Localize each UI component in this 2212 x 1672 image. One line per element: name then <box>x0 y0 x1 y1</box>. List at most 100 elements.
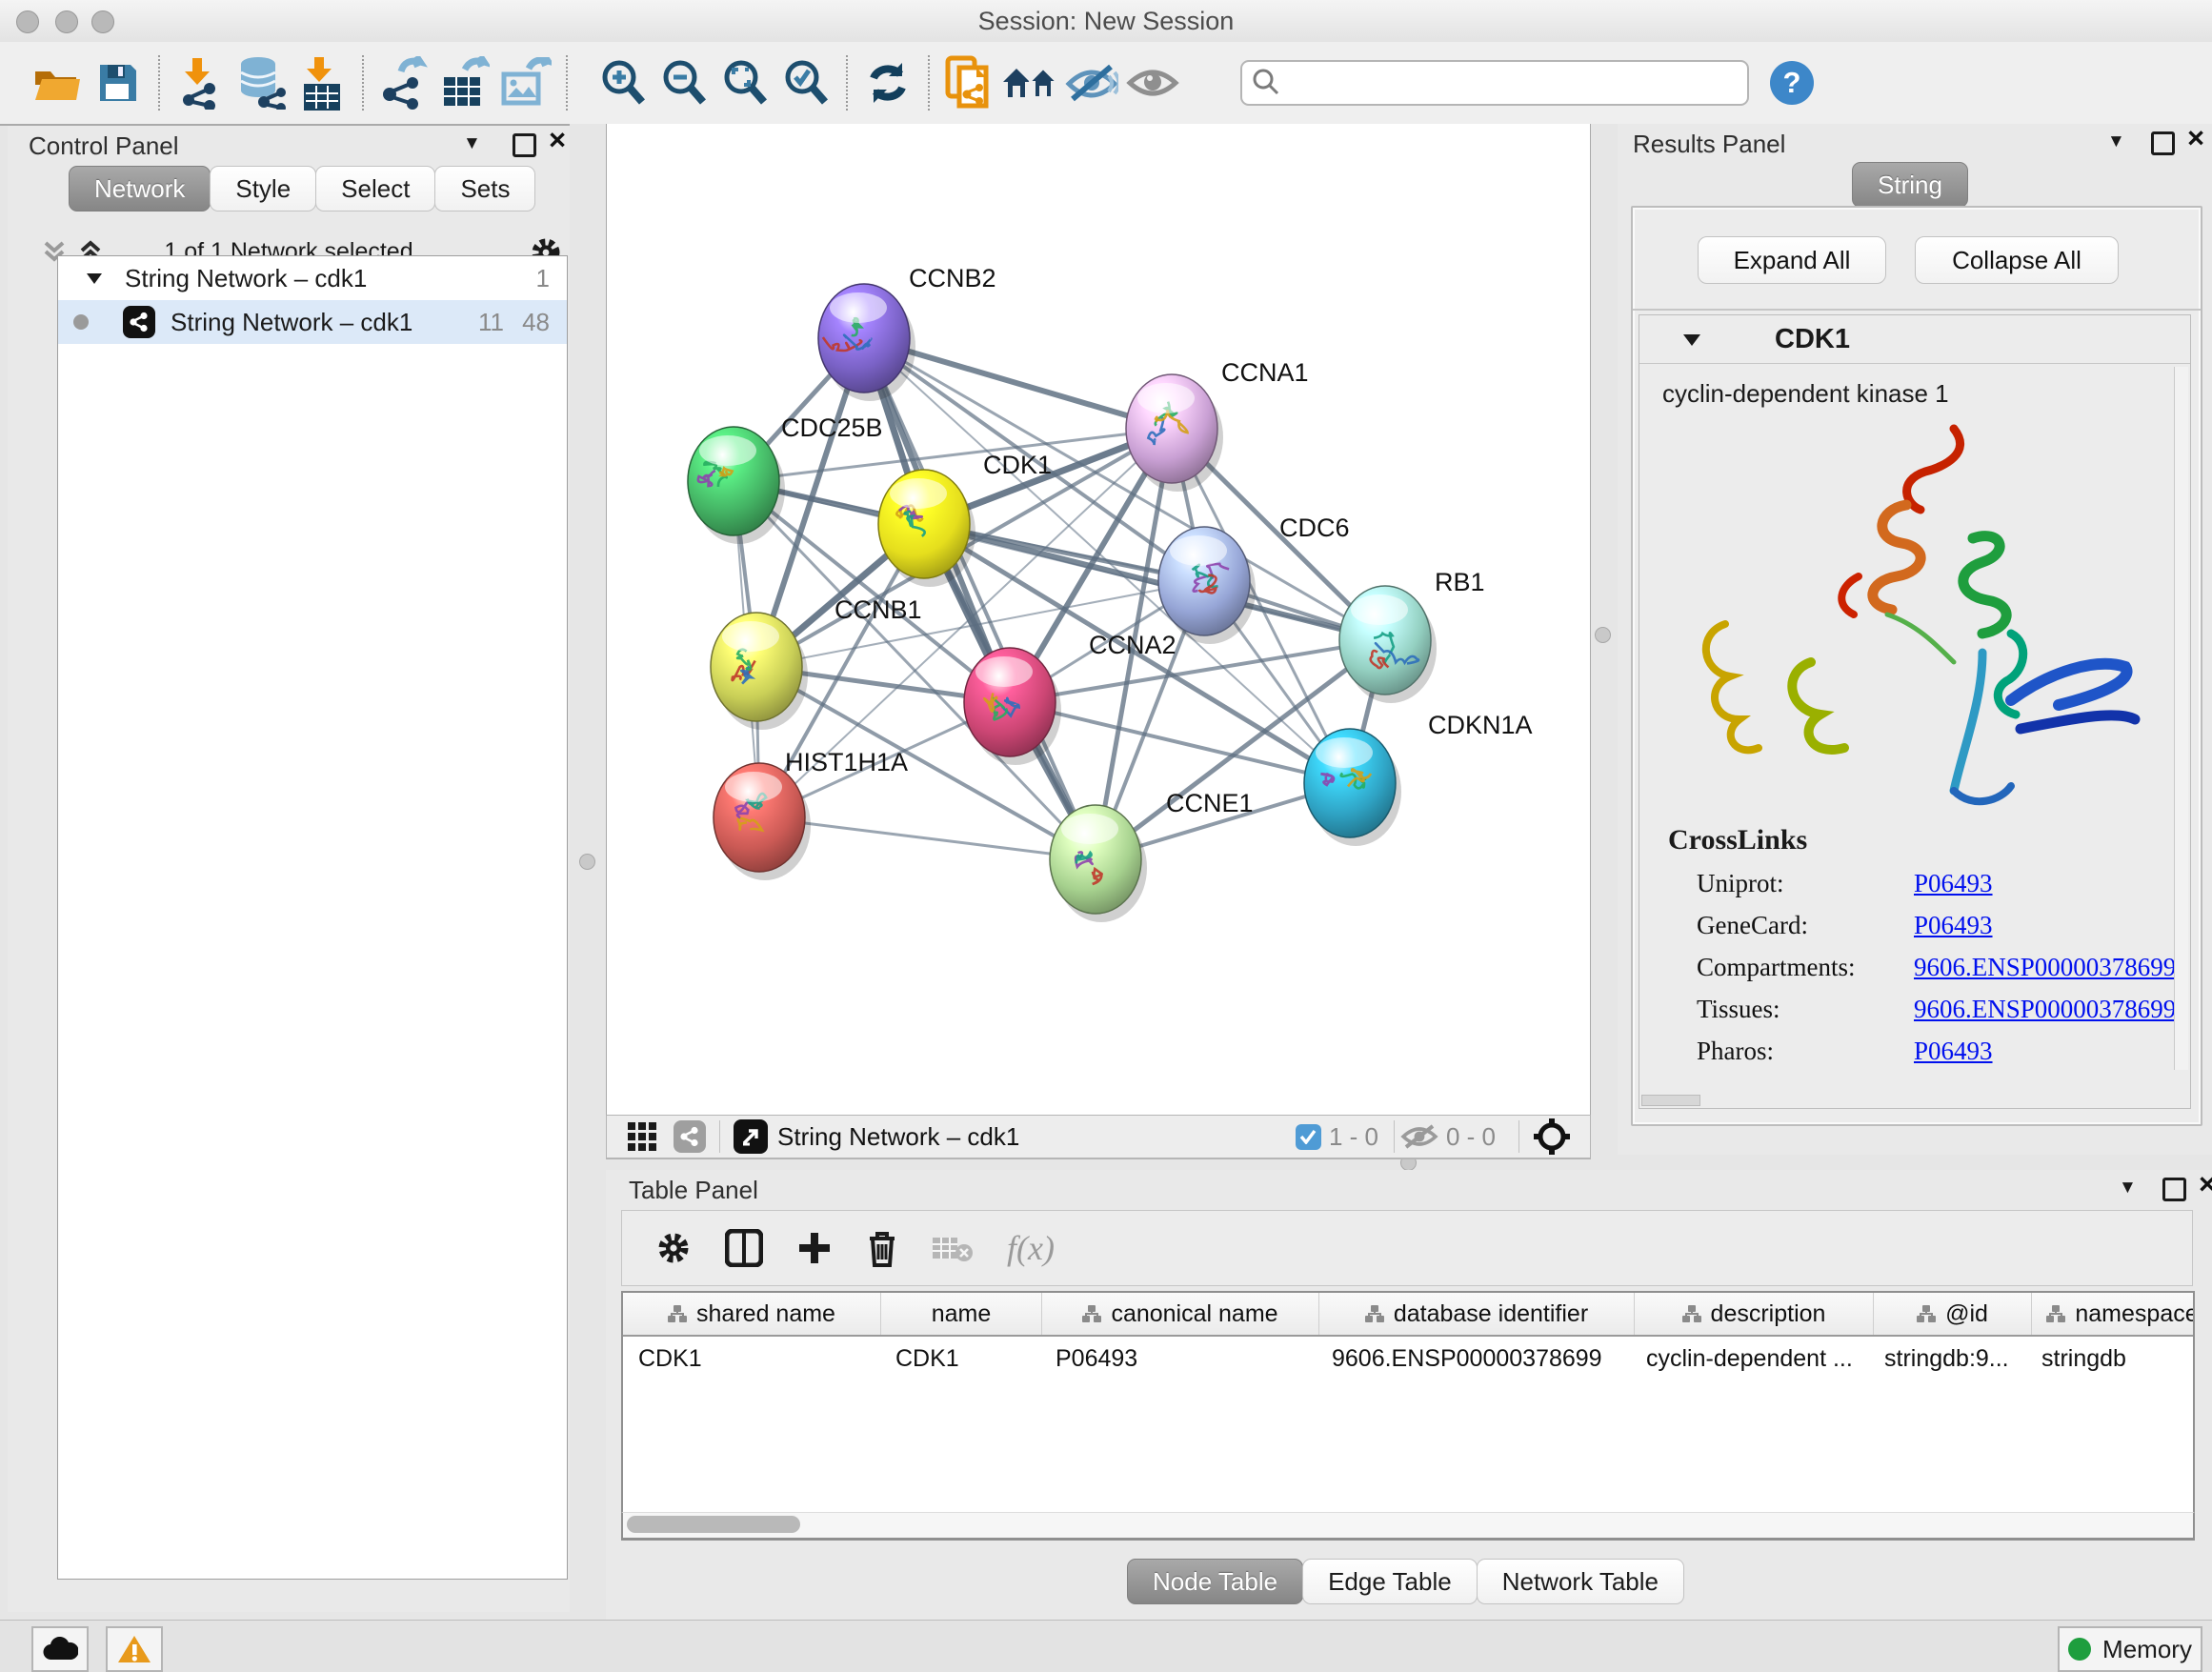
column-header-database-identifier[interactable]: database identifier <box>1319 1293 1635 1335</box>
control-panel-float-icon[interactable] <box>513 133 536 157</box>
column-header-canonical-name[interactable]: canonical name <box>1042 1293 1319 1335</box>
crosslink-link[interactable]: P06493 <box>1914 1037 1993 1066</box>
control-panel-close-icon[interactable]: × <box>549 130 566 151</box>
cell-canonical-name[interactable]: P06493 <box>1040 1337 1317 1379</box>
results-panel-float-icon[interactable] <box>2151 131 2175 155</box>
column-header--id[interactable]: @id <box>1874 1293 2032 1335</box>
window-minimize-button[interactable] <box>55 10 78 33</box>
tab-sets[interactable]: Sets <box>434 166 535 212</box>
node-HIST1H1A[interactable]: HIST1H1A <box>714 748 908 880</box>
cell--id[interactable]: stringdb:9... <box>1869 1337 2026 1379</box>
cell-name[interactable]: CDK1 <box>880 1337 1040 1379</box>
collapse-all-button[interactable]: Collapse All <box>1915 236 2119 284</box>
export-image-button[interactable] <box>495 52 556 113</box>
question-mark-icon: ? <box>1783 66 1801 99</box>
crosslink-link[interactable]: P06493 <box>1914 911 1993 940</box>
delete-column-icon[interactable] <box>866 1229 898 1267</box>
import-network-file-button[interactable] <box>170 52 231 113</box>
node-RB1[interactable]: RB1 <box>1339 568 1485 703</box>
tab-node-table[interactable]: Node Table <box>1127 1559 1303 1604</box>
save-session-button[interactable] <box>88 52 149 113</box>
window-close-button[interactable] <box>16 10 39 33</box>
collection-expand-icon[interactable] <box>85 271 104 286</box>
hidden-counts: 0 - 0 <box>1446 1122 1496 1152</box>
crosslink-link[interactable]: 9606.ENSP00000378699 <box>1914 995 2176 1024</box>
tab-style[interactable]: Style <box>210 166 316 212</box>
zoom-in-button[interactable] <box>593 52 654 113</box>
delete-table-icon[interactable] <box>933 1234 973 1262</box>
results-vertical-scrollbar[interactable] <box>2174 367 2188 1070</box>
hide-selected-button[interactable] <box>1061 52 1122 113</box>
import-network-database-button[interactable] <box>231 52 292 113</box>
table-panel-float-icon[interactable] <box>2162 1178 2186 1201</box>
add-column-icon[interactable] <box>797 1231 832 1265</box>
table-row[interactable]: CDK1CDK1P064939606.ENSP00000378699cyclin… <box>623 1337 2193 1379</box>
results-horizontal-scrollbar[interactable] <box>1641 1095 1700 1106</box>
selected-checkbox-icon[interactable] <box>1296 1124 1321 1150</box>
cell-database-identifier[interactable]: 9606.ENSP00000378699 <box>1317 1337 1631 1379</box>
node-CCNE1[interactable]: CCNE1 <box>1050 789 1254 922</box>
node-CDKN1A[interactable]: CDKN1A <box>1304 711 1533 846</box>
zoom-fit-button[interactable] <box>714 52 775 113</box>
right-splitter-handle[interactable] <box>1595 627 1611 643</box>
expand-all-button[interactable]: Expand All <box>1698 236 1886 284</box>
crosslink-link[interactable]: 9606.ENSP00000378699 <box>1914 953 2176 982</box>
network-row[interactable]: String Network – cdk1 11 48 <box>58 300 567 344</box>
memory-button[interactable]: Memory <box>2058 1626 2202 1672</box>
node-CCNB2[interactable]: CCNB2 <box>818 264 996 401</box>
first-neighbors-button[interactable] <box>1000 52 1061 113</box>
cloud-button[interactable] <box>31 1626 89 1672</box>
help-button[interactable]: ? <box>1770 61 1814 105</box>
cell-description[interactable]: cyclin-dependent ... <box>1631 1337 1869 1379</box>
tab-edge-table[interactable]: Edge Table <box>1302 1559 1478 1604</box>
detach-view-icon[interactable] <box>734 1119 768 1154</box>
table-gear-icon[interactable] <box>656 1231 691 1265</box>
column-header-description[interactable]: description <box>1635 1293 1874 1335</box>
table-scrollbar-thumb[interactable] <box>627 1516 800 1533</box>
left-splitter-handle[interactable] <box>579 854 595 870</box>
grid-view-icon[interactable] <box>628 1122 656 1151</box>
control-panel-menu-icon[interactable]: ▼ <box>463 133 481 154</box>
results-panel-close-icon[interactable]: × <box>2187 128 2204 149</box>
network-list-view-icon[interactable] <box>674 1120 706 1153</box>
export-table-button[interactable] <box>434 52 495 113</box>
table-panel-menu-icon[interactable]: ▼ <box>2119 1178 2137 1199</box>
export-network-icon <box>380 56 428 110</box>
node-table[interactable]: shared namenamecanonical namedatabase id… <box>621 1291 2195 1541</box>
cell-shared-name[interactable]: CDK1 <box>623 1337 880 1379</box>
right-splitter[interactable] <box>1589 124 1618 1157</box>
search-input[interactable] <box>1240 60 1749 106</box>
zoom-selected-button[interactable] <box>775 52 836 113</box>
cell-namespace[interactable]: stringdb <box>2026 1337 2195 1379</box>
gene-collapse-icon[interactable] <box>1681 332 1702 348</box>
zoom-out-button[interactable] <box>654 52 714 113</box>
column-header-name[interactable]: name <box>881 1293 1042 1335</box>
window-zoom-button[interactable] <box>91 10 114 33</box>
show-all-button[interactable] <box>1122 52 1183 113</box>
network-collection-row[interactable]: String Network – cdk1 1 <box>58 256 567 300</box>
open-file-button[interactable] <box>27 52 88 113</box>
tab-network-table[interactable]: Network Table <box>1477 1559 1684 1604</box>
table-panel-close-icon[interactable]: × <box>2199 1174 2212 1195</box>
node-CCNA2[interactable]: CCNA2 <box>964 631 1176 765</box>
tab-network[interactable]: Network <box>69 166 211 212</box>
network-graph[interactable]: CCNB2CCNA1CDC25BCDK1CDC6RB1CCNB1CCNA2CDK… <box>607 124 1590 1115</box>
tab-select[interactable]: Select <box>315 166 435 212</box>
duplicate-network-button[interactable] <box>939 52 1000 113</box>
gene-section-header[interactable]: CDK1 <box>1639 315 2190 364</box>
refresh-layout-button[interactable] <box>857 52 918 113</box>
left-splitter[interactable] <box>570 124 606 1157</box>
column-header-shared-name[interactable]: shared name <box>623 1293 881 1335</box>
show-columns-icon[interactable] <box>725 1229 763 1267</box>
birds-eye-view-icon[interactable] <box>1533 1118 1571 1156</box>
results-panel-menu-icon[interactable]: ▼ <box>2107 131 2125 152</box>
tab-string[interactable]: String <box>1852 162 1968 208</box>
import-table-button[interactable] <box>292 52 352 113</box>
table-horizontal-scrollbar[interactable] <box>621 1512 2195 1540</box>
warning-button[interactable] <box>106 1626 163 1672</box>
export-network-button[interactable] <box>373 52 434 113</box>
function-builder-icon[interactable]: f(x) <box>1007 1228 1055 1268</box>
column-header-namespace[interactable]: namespace <box>2032 1293 2195 1335</box>
network-canvas[interactable]: CCNB2CCNA1CDC25BCDK1CDC6RB1CCNB1CCNA2CDK… <box>606 124 1591 1115</box>
crosslink-link[interactable]: P06493 <box>1914 869 1993 898</box>
